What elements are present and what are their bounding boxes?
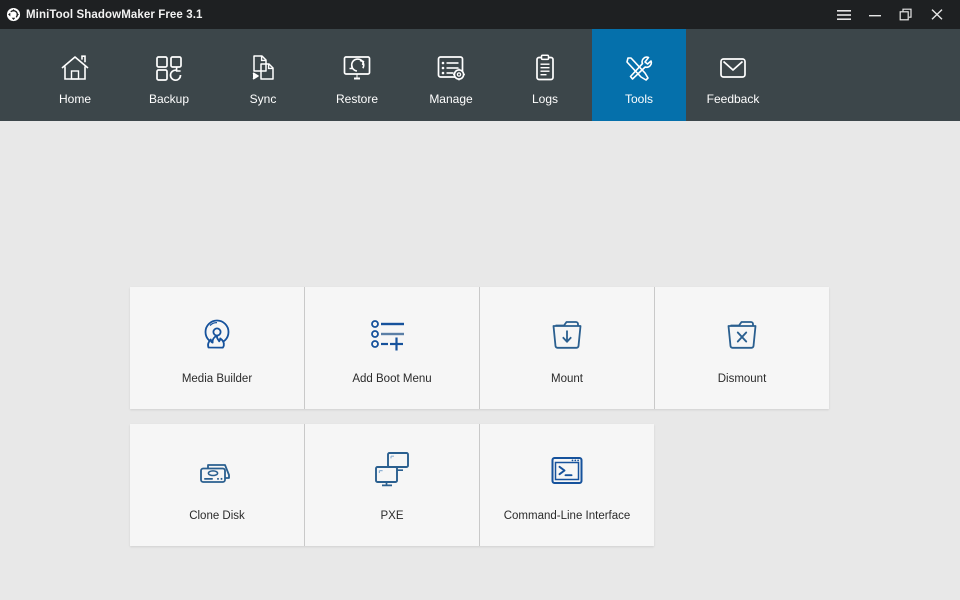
logs-clipboard-icon xyxy=(530,50,560,86)
nav-label: Sync xyxy=(249,92,277,106)
manage-list-gear-icon xyxy=(436,50,466,86)
nav-item-backup[interactable]: Backup xyxy=(122,29,216,121)
add-boot-menu-list-plus-icon xyxy=(369,311,415,357)
close-icon xyxy=(931,9,942,20)
window-title: MiniTool ShadowMaker Free 3.1 xyxy=(26,8,203,21)
tools-row: Media Builder Add Boot Menu Mount Dismou… xyxy=(130,287,829,409)
tool-label: Command-Line Interface xyxy=(503,509,631,522)
clone-disk-hard-drive-icon xyxy=(194,448,240,494)
tool-card-mount[interactable]: Mount xyxy=(480,287,654,409)
tool-card-command-line-interface[interactable]: Command-Line Interface xyxy=(480,424,654,546)
tool-card-pxe[interactable]: PXE xyxy=(305,424,479,546)
command-line-terminal-icon xyxy=(547,448,587,494)
restore-button[interactable] xyxy=(890,0,921,29)
tools-wrench-screwdriver-icon xyxy=(624,50,654,86)
tool-label: Add Boot Menu xyxy=(352,372,432,385)
restore-monitor-icon xyxy=(342,50,372,86)
tool-card-dismount[interactable]: Dismount xyxy=(655,287,829,409)
window-controls xyxy=(828,0,960,29)
backup-squares-icon xyxy=(154,50,184,86)
tool-label: PXE xyxy=(380,509,404,522)
nav-label: Backup xyxy=(148,92,190,106)
pxe-two-monitors-icon xyxy=(369,448,415,494)
dismount-folder-x-icon xyxy=(722,311,762,357)
tool-label: Media Builder xyxy=(181,372,253,385)
nav-label: Tools xyxy=(624,92,653,106)
nav-label: Manage xyxy=(429,92,473,106)
hamburger-menu-button[interactable] xyxy=(828,0,859,29)
tool-card-add-boot-menu[interactable]: Add Boot Menu xyxy=(305,287,479,409)
nav-item-logs[interactable]: Logs xyxy=(498,29,592,121)
mount-folder-down-arrow-icon xyxy=(547,311,587,357)
nav-item-manage[interactable]: Manage xyxy=(404,29,498,121)
nav-label: Restore xyxy=(335,92,379,106)
minimize-button[interactable] xyxy=(859,0,890,29)
feedback-envelope-icon xyxy=(718,50,748,86)
application-window: MiniTool ShadowMaker Free 3.1 Home Backu… xyxy=(0,0,960,600)
nav-item-home[interactable]: Home xyxy=(28,29,122,121)
restore-icon xyxy=(899,8,912,21)
home-icon xyxy=(60,50,90,86)
tool-label: Mount xyxy=(551,372,583,385)
title-bar: MiniTool ShadowMaker Free 3.1 xyxy=(0,0,960,29)
close-button[interactable] xyxy=(921,0,952,29)
nav-item-tools[interactable]: Tools xyxy=(592,29,686,121)
nav-item-feedback[interactable]: Feedback xyxy=(686,29,780,121)
sync-files-icon xyxy=(248,50,278,86)
tool-label: Clone Disk xyxy=(189,509,245,522)
media-builder-disc-flame-icon xyxy=(197,311,237,357)
minimize-icon xyxy=(868,14,881,16)
nav-label: Logs xyxy=(531,92,559,106)
app-logo xyxy=(0,0,26,29)
nav-item-restore[interactable]: Restore xyxy=(310,29,404,121)
tool-label: Dismount xyxy=(717,372,767,385)
hamburger-menu-icon xyxy=(836,9,851,20)
nav-label: Home xyxy=(58,92,91,106)
nav-label: Feedback xyxy=(706,92,760,106)
tool-card-media-builder[interactable]: Media Builder xyxy=(130,287,304,409)
tools-page-content: Media Builder Add Boot Menu Mount Dismou… xyxy=(0,121,960,600)
tools-row: Clone Disk PXE Command-Line Interface xyxy=(130,424,654,546)
tools-grid: Media Builder Add Boot Menu Mount Dismou… xyxy=(130,287,829,561)
main-navigation: Home Backup Sync Restore Manage Logs Too… xyxy=(0,29,960,126)
nav-item-sync[interactable]: Sync xyxy=(216,29,310,121)
tool-card-clone-disk[interactable]: Clone Disk xyxy=(130,424,304,546)
